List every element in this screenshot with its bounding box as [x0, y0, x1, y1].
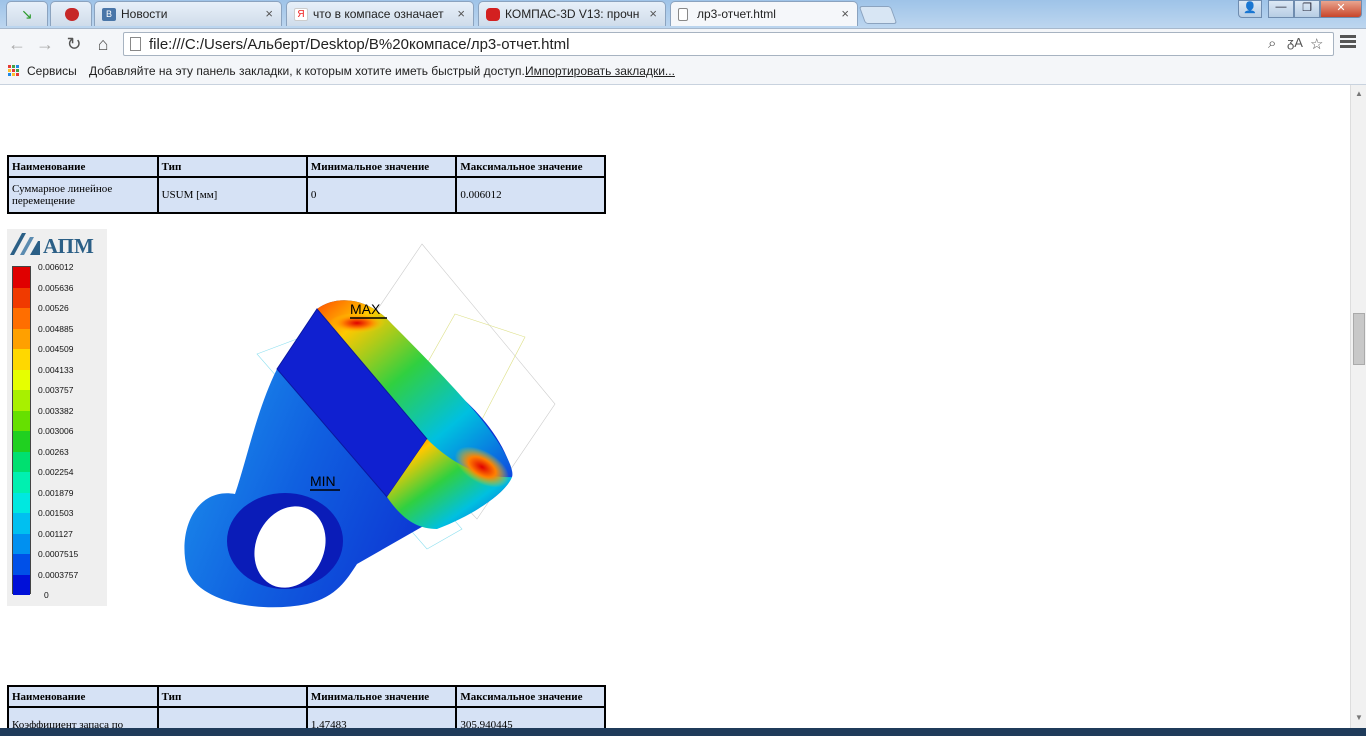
close-icon[interactable]: × — [457, 6, 465, 21]
close-window-button[interactable]: ✕ — [1320, 0, 1362, 18]
page-icon — [130, 37, 141, 51]
translate-icon[interactable]: ᵹA — [1287, 35, 1303, 50]
reload-button[interactable]: ↻ — [63, 33, 85, 55]
table-header-row: Наименование Тип Минимальное значение Ма… — [7, 155, 606, 178]
tab-download[interactable]: ↘ — [6, 1, 48, 26]
cell-name: Суммарное линейное перемещение — [7, 176, 159, 214]
tab-yandex[interactable]: Ячто в компасе означает × — [286, 1, 474, 26]
import-bookmarks-link[interactable]: Импортировать закладки... — [525, 64, 675, 78]
tab-label: что в компасе означает — [313, 7, 444, 21]
url-text[interactable]: file:///C:/Users/Альберт/Desktop/В%20ком… — [149, 36, 570, 53]
bookmarks-hint: Добавляйте на эту панель закладки, к кот… — [89, 64, 525, 78]
yandex-icon: Я — [294, 8, 308, 21]
min-label: MIN — [310, 473, 336, 489]
scrollbar-thumb[interactable] — [1353, 313, 1365, 365]
header-min: Минимальное значение — [305, 685, 458, 708]
taskbar — [0, 728, 1366, 736]
menu-icon[interactable] — [1340, 35, 1356, 49]
fea-result-image: АПМ 0.006012 0.005636 0.00526 0.004885 0.004… — [7, 229, 606, 609]
header-name: Наименование — [7, 685, 159, 708]
download-arrow-icon: ↘ — [21, 6, 33, 22]
table-row: Суммарное линейное перемещение USUM [мм]… — [7, 176, 606, 214]
bookmarks-bar: Сервисы Добавляйте на эту панель закладк… — [0, 58, 1366, 85]
header-type: Тип — [156, 155, 308, 178]
results-table-displacement: Наименование Тип Минимальное значение Ма… — [7, 155, 606, 214]
tab-shield[interactable] — [50, 1, 92, 26]
header-type: Тип — [156, 685, 308, 708]
toolbar: ← → ↻ ⌂ file:///C:/Users/Альберт/Desktop… — [0, 28, 1366, 58]
tab-strip: ↘ B Новости × Ячто в компасе означает × КОМ… — [0, 0, 1366, 28]
header-min: Минимальное значение — [305, 155, 458, 178]
restore-button[interactable]: ❐ — [1294, 0, 1320, 18]
user-icon[interactable]: 👤 — [1238, 0, 1262, 18]
close-icon[interactable]: × — [841, 6, 849, 21]
scrollbar[interactable]: ▲ ▼ — [1350, 85, 1366, 728]
vk-icon: B — [102, 8, 116, 21]
tab-news[interactable]: B Новости × — [94, 1, 282, 26]
forward-button[interactable]: → — [34, 33, 56, 55]
cell-type — [156, 706, 308, 728]
cell-max: 305.940445 — [455, 706, 606, 728]
shield-icon — [65, 8, 79, 21]
cell-type: USUM [мм] — [156, 176, 308, 214]
part-render: MAX MIN — [184, 243, 556, 608]
page-content: Наименование Тип Минимальное значение Ма… — [0, 85, 1350, 728]
close-icon[interactable]: × — [265, 6, 273, 21]
tab-youtube[interactable]: КОМПАС-3D V13: прочн × — [478, 1, 666, 26]
table-row: Коэффициент запаса по 1.47483 305.940445 — [7, 706, 606, 728]
apps-icon[interactable] — [8, 65, 20, 77]
header-name: Наименование — [7, 155, 159, 178]
zoom-icon[interactable]: ⌕ — [1268, 35, 1276, 52]
cell-min: 1.47483 — [305, 706, 458, 728]
close-icon[interactable]: × — [649, 6, 657, 21]
tab-label: Новости — [121, 7, 168, 21]
table-header-row: Наименование Тип Минимальное значение Ма… — [7, 685, 606, 708]
results-table-safety: Наименование Тип Минимальное значение Ма… — [7, 685, 606, 728]
browser-chrome: ↘ B Новости × Ячто в компасе означает × КОМ… — [0, 0, 1366, 85]
cell-max: 0.006012 — [455, 176, 606, 214]
back-button[interactable]: ← — [6, 33, 28, 55]
tab-label: лр3-отчет.html — [697, 7, 776, 21]
star-icon[interactable]: ☆ — [1310, 35, 1323, 53]
cell-min: 0 — [305, 176, 458, 214]
header-max: Максимальное значение — [455, 685, 606, 708]
new-tab-button[interactable] — [858, 6, 898, 24]
youtube-icon — [486, 8, 500, 21]
header-max: Максимальное значение — [455, 155, 606, 178]
page-icon — [678, 8, 688, 21]
apps-link[interactable]: Сервисы — [27, 64, 77, 78]
minimize-button[interactable]: — — [1268, 0, 1294, 18]
tab-label: КОМПАС-3D V13: прочн — [505, 7, 640, 21]
address-bar[interactable]: file:///C:/Users/Альберт/Desktop/В%20ком… — [123, 32, 1334, 56]
max-label: MAX — [350, 301, 381, 317]
home-icon[interactable]: ⌂ — [92, 33, 114, 55]
scroll-down-arrow[interactable]: ▼ — [1355, 713, 1363, 722]
tab-report[interactable]: лр3-отчет.html × — [670, 1, 858, 26]
cell-name: Коэффициент запаса по — [7, 706, 159, 728]
scroll-up-arrow[interactable]: ▲ — [1355, 89, 1363, 98]
